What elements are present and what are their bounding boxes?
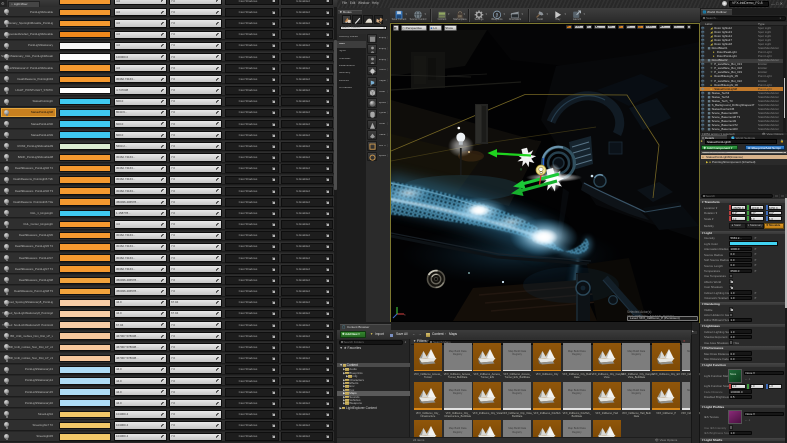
svg-text:Selected Actor(s):: Selected Actor(s): — [627, 310, 652, 314]
svg-text:Y: Y — [520, 168, 522, 172]
svg-text:β: β — [496, 12, 499, 17]
